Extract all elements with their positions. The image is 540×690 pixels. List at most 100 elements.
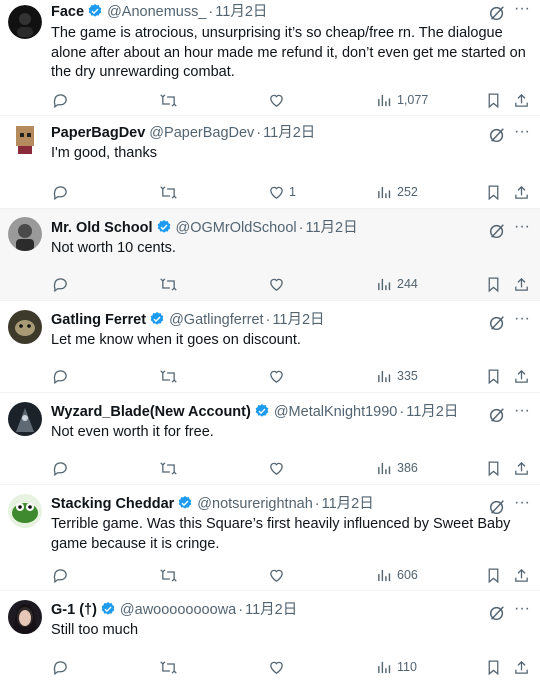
avatar[interactable] <box>8 5 42 39</box>
display-name[interactable]: PaperBagDev <box>51 125 145 141</box>
grok-icon[interactable] <box>488 314 506 332</box>
separator-dot: · <box>256 125 262 141</box>
avatar[interactable] <box>8 310 42 344</box>
reply-feed: Face @Anonemuss_ · 11月2日 ··· The game is at… <box>0 0 540 690</box>
avatar[interactable] <box>8 122 42 156</box>
like-button[interactable] <box>268 458 289 478</box>
views-button[interactable]: 1,077 <box>376 90 428 110</box>
tweet[interactable]: G-1 (†) @awoooooooowa · 11月2日 ··· Still too… <box>0 591 540 690</box>
share-button[interactable] <box>513 274 530 294</box>
reply-button[interactable] <box>52 565 69 585</box>
tweet-text: The game is atrocious, unsurprising it’s… <box>51 25 526 80</box>
bookmark-button[interactable] <box>485 182 502 202</box>
retweet-button[interactable] <box>160 657 177 677</box>
like-count: 1 <box>289 185 296 199</box>
views-button[interactable]: 606 <box>376 565 418 585</box>
more-icon[interactable]: ··· <box>513 219 531 237</box>
like-button[interactable] <box>268 90 289 110</box>
tweet-header: Wyzard_Blade(New Account) @MetalKnight199… <box>51 403 500 421</box>
reply-button[interactable] <box>52 657 69 677</box>
share-button[interactable] <box>513 366 530 386</box>
grok-icon[interactable] <box>488 126 506 144</box>
user-handle[interactable]: @awoooooooowa <box>120 602 236 618</box>
reply-button[interactable] <box>52 182 69 202</box>
retweet-button[interactable] <box>160 458 177 478</box>
reply-button[interactable] <box>52 274 69 294</box>
display-name[interactable]: Face <box>51 4 84 20</box>
user-handle[interactable]: @PaperBagDev <box>149 125 254 141</box>
grok-icon[interactable] <box>488 222 506 240</box>
like-button[interactable] <box>268 366 289 386</box>
bookmark-button[interactable] <box>485 366 502 386</box>
reply-button[interactable] <box>52 366 69 386</box>
more-icon[interactable]: ··· <box>513 124 531 142</box>
like-button[interactable] <box>268 274 289 294</box>
tweet[interactable]: Gatling Ferret @Gatlingferret · 11月2日 ··· L… <box>0 301 540 393</box>
avatar[interactable] <box>8 217 42 251</box>
share-button[interactable] <box>513 565 530 585</box>
views-button[interactable]: 110 <box>376 657 417 677</box>
tweet-date[interactable]: 11月2日 <box>406 404 458 420</box>
bookmark-button[interactable] <box>485 274 502 294</box>
retweet-button[interactable] <box>160 366 177 386</box>
bookmark-button[interactable] <box>485 657 502 677</box>
tweet[interactable]: PaperBagDev @PaperBagDev · 11月2日 ··· I'm go… <box>0 116 540 209</box>
more-icon[interactable]: ··· <box>513 403 531 421</box>
user-handle[interactable]: @MetalKnight1990 <box>274 404 398 420</box>
retweet-button[interactable] <box>160 274 177 294</box>
more-icon[interactable]: ··· <box>513 495 531 513</box>
like-button[interactable] <box>268 657 289 677</box>
grok-icon[interactable] <box>488 4 506 22</box>
grok-icon[interactable] <box>488 406 506 424</box>
user-handle[interactable]: @Gatlingferret <box>169 312 264 328</box>
display-name[interactable]: Mr. Old School <box>51 220 153 236</box>
views-button[interactable]: 386 <box>376 458 418 478</box>
tweet-date[interactable]: 11月2日 <box>245 602 297 618</box>
reply-icon <box>53 568 67 583</box>
tweet-date[interactable]: 11月2日 <box>263 125 315 141</box>
views-icon <box>378 94 391 106</box>
bookmark-button[interactable] <box>485 565 502 585</box>
bookmark-button[interactable] <box>485 90 502 110</box>
display-name[interactable]: Wyzard_Blade(New Account) <box>51 404 251 420</box>
views-button[interactable]: 252 <box>376 182 418 202</box>
tweet[interactable]: Wyzard_Blade(New Account) @MetalKnight199… <box>0 393 540 485</box>
share-button[interactable] <box>513 458 530 478</box>
share-button[interactable] <box>513 657 530 677</box>
user-handle[interactable]: @Anonemuss_ <box>107 4 206 20</box>
tweet-date[interactable]: 11月2日 <box>322 496 374 512</box>
view-count: 252 <box>397 185 418 199</box>
tweet[interactable]: Mr. Old School @OGMrOldSchool · 11月2日 ··· N… <box>0 209 540 301</box>
avatar[interactable] <box>8 402 42 436</box>
tweet-date[interactable]: 11月2日 <box>272 312 324 328</box>
verified-badge-icon <box>101 602 115 615</box>
share-button[interactable] <box>513 182 530 202</box>
tweet[interactable]: Stacking Cheddar @notsurerightnah · 11月2日 ·… <box>0 485 540 591</box>
bookmark-button[interactable] <box>485 458 502 478</box>
tweet-date[interactable]: 11月2日 <box>305 220 357 236</box>
display-name[interactable]: Gatling Ferret <box>51 312 146 328</box>
user-handle[interactable]: @notsurerightnah <box>197 496 312 512</box>
grok-icon[interactable] <box>488 498 506 516</box>
avatar[interactable] <box>8 600 42 634</box>
retweet-button[interactable] <box>160 182 177 202</box>
reply-button[interactable] <box>52 458 69 478</box>
display-name[interactable]: G-1 (†) <box>51 602 97 618</box>
views-button[interactable]: 244 <box>376 274 418 294</box>
like-button[interactable]: 1 <box>268 182 296 202</box>
more-icon[interactable]: ··· <box>513 601 531 619</box>
more-icon[interactable]: ··· <box>513 311 531 329</box>
like-button[interactable] <box>268 565 289 585</box>
display-name[interactable]: Stacking Cheddar <box>51 496 174 512</box>
avatar[interactable] <box>8 494 42 528</box>
user-handle[interactable]: @OGMrOldSchool <box>176 220 297 236</box>
grok-icon[interactable] <box>488 604 506 622</box>
share-button[interactable] <box>513 90 530 110</box>
retweet-button[interactable] <box>160 565 177 585</box>
tweet[interactable]: Face @Anonemuss_ · 11月2日 ··· The game is at… <box>0 0 540 116</box>
tweet-date[interactable]: 11月2日 <box>215 4 267 20</box>
more-icon[interactable]: ··· <box>513 1 531 19</box>
reply-button[interactable] <box>52 90 69 110</box>
retweet-button[interactable] <box>160 90 177 110</box>
views-button[interactable]: 335 <box>376 366 418 386</box>
